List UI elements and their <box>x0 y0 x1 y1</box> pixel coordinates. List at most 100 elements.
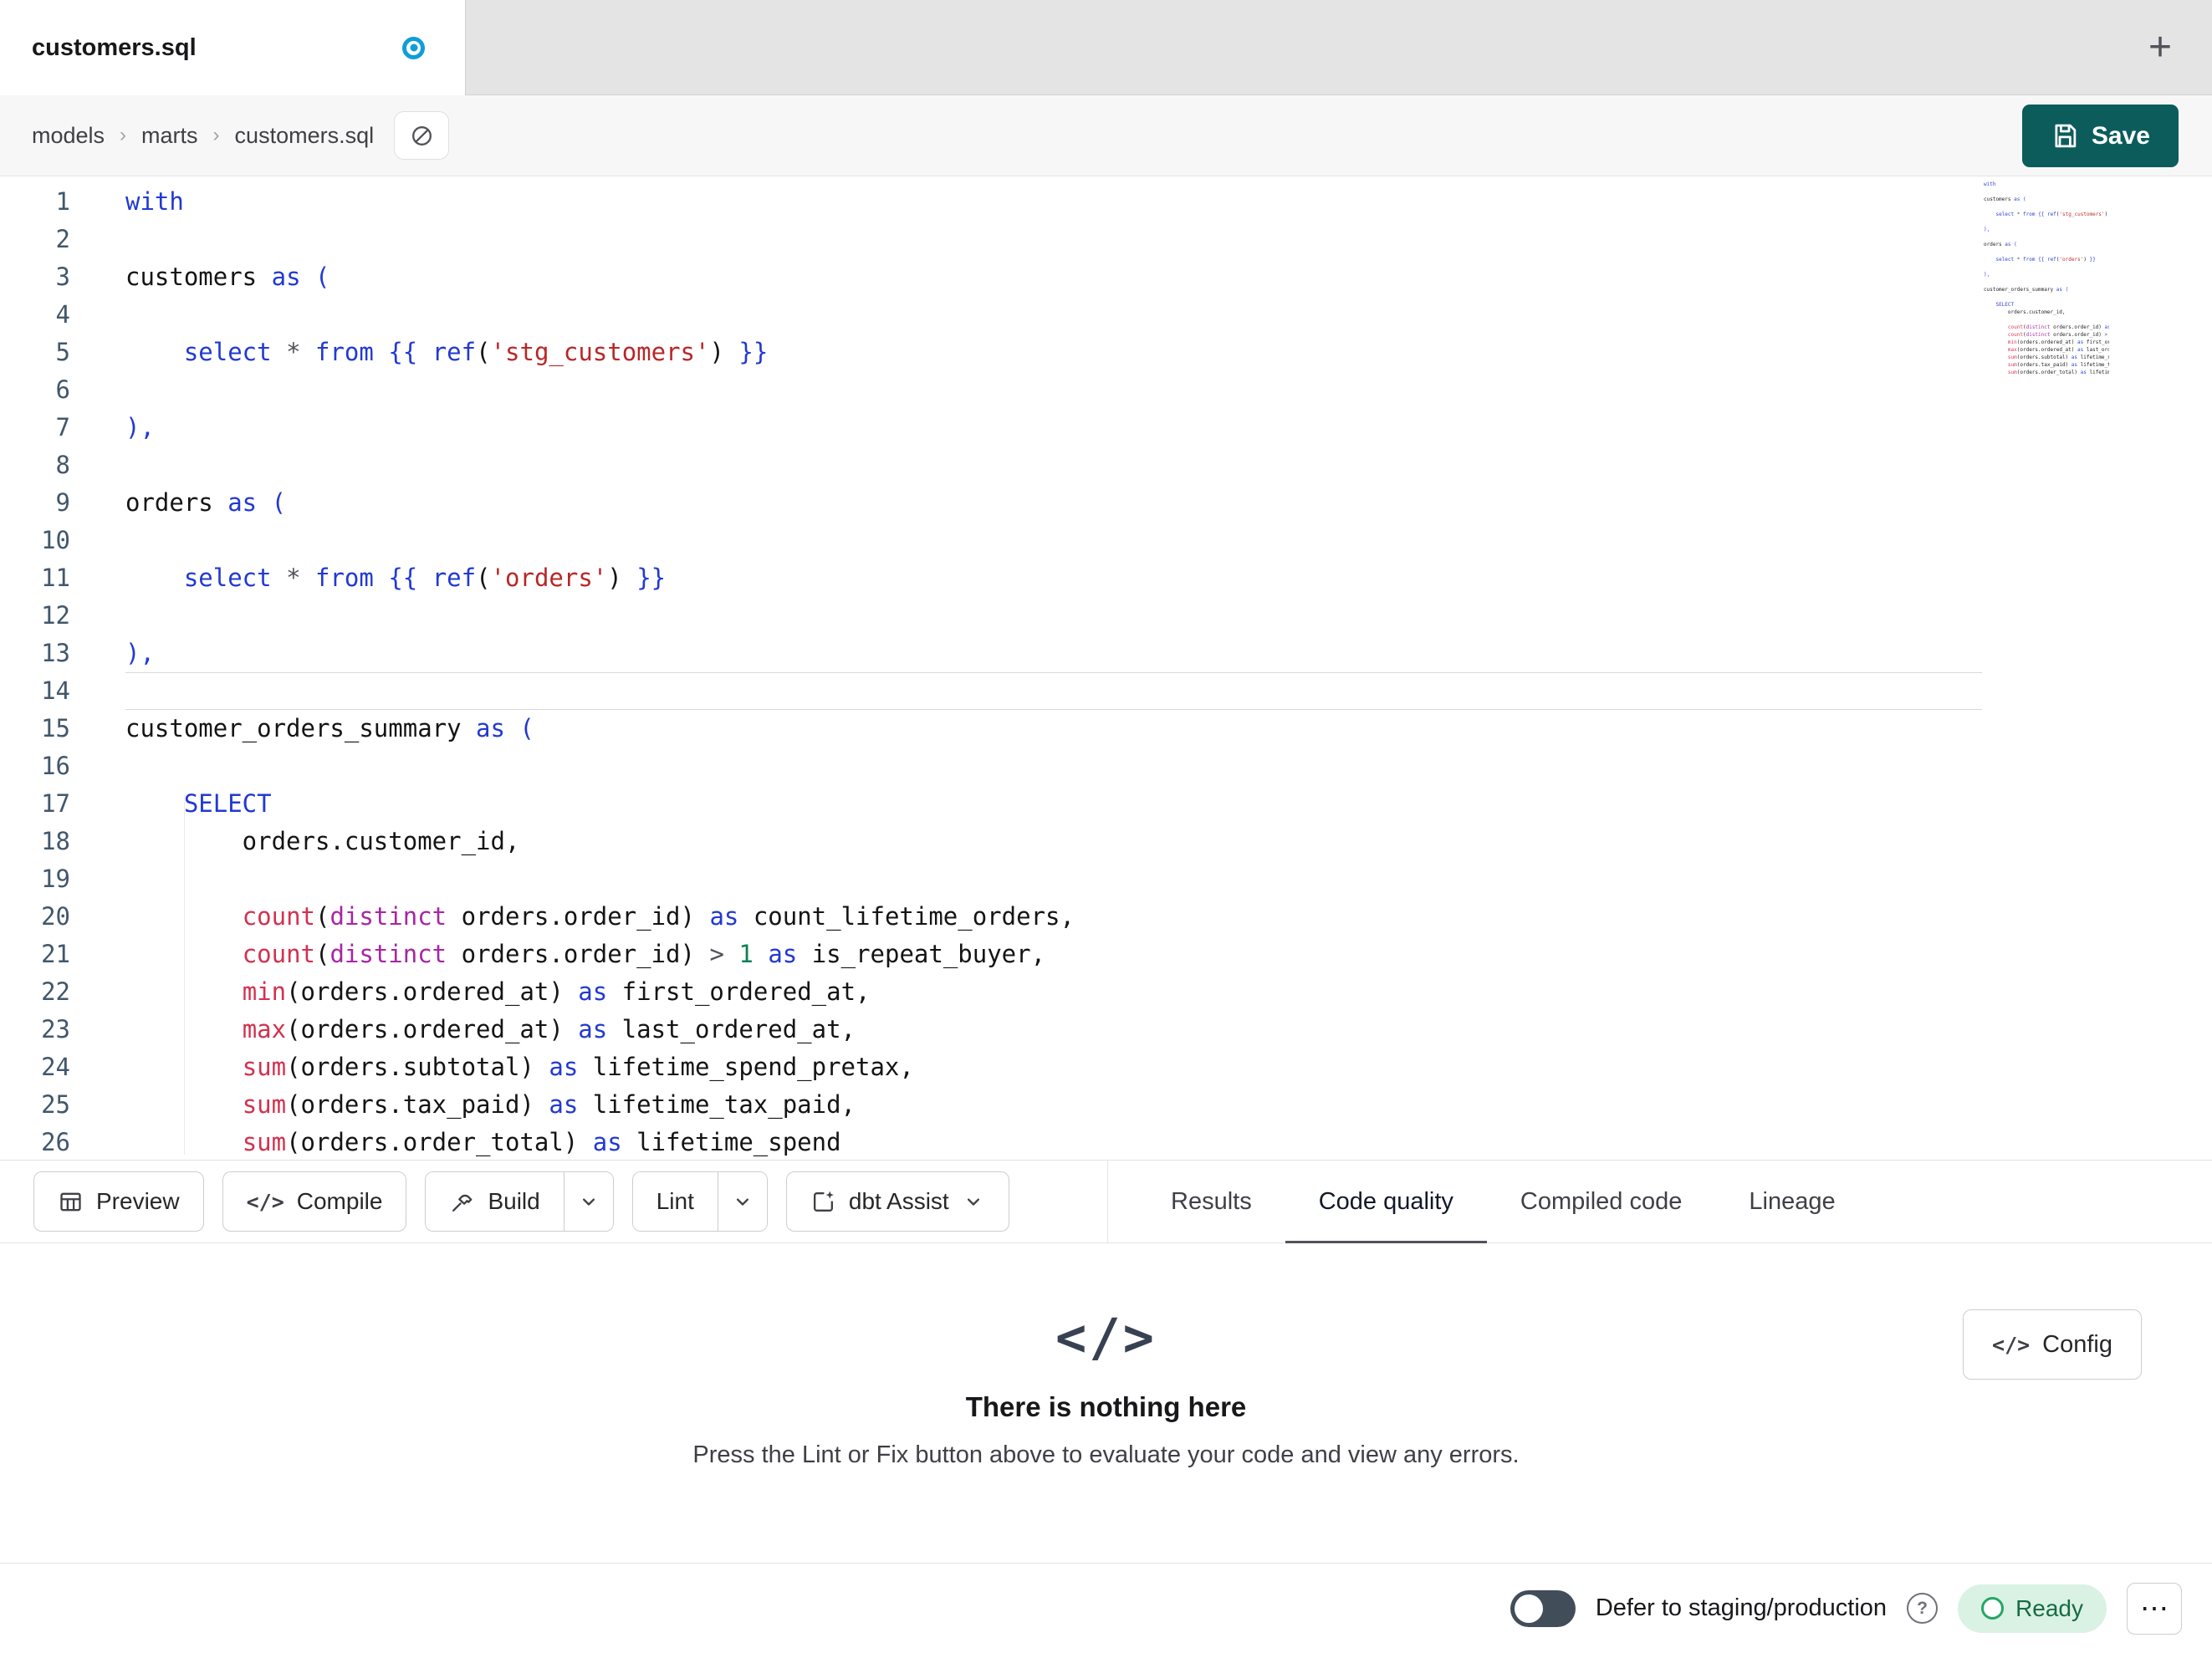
minimap-line: select * from {{ ref('stg_customers') }} <box>1995 212 2108 217</box>
code-line-6[interactable] <box>125 371 1982 409</box>
panel-tab-results[interactable]: Results <box>1137 1161 1285 1242</box>
line-number: 13 <box>41 639 70 667</box>
code-line-4[interactable] <box>125 296 1982 334</box>
breadcrumb-separator: › <box>120 124 127 146</box>
hammer-icon <box>452 1194 473 1212</box>
line-number: 15 <box>41 714 70 742</box>
line-number: 14 <box>41 676 70 705</box>
code-line-8[interactable] <box>125 446 1982 484</box>
code-line-19[interactable] <box>125 860 1982 898</box>
panel-tab-lineage[interactable]: Lineage <box>1715 1161 1868 1242</box>
minimap-line: ), <box>1984 227 1990 232</box>
assist-sparkle-icon <box>813 1191 834 1212</box>
dbt-assist-label: dbt Assist <box>848 1188 949 1214</box>
line-number: 10 <box>41 526 70 554</box>
minimap-line: with <box>1984 181 1996 187</box>
line-number: 18 <box>41 827 70 855</box>
breadcrumb: models › marts › customers.sql <box>32 123 374 149</box>
build-button-group: Build <box>425 1171 614 1232</box>
dbt-assist-button[interactable]: dbt Assist <box>785 1171 1009 1232</box>
minimap-line: SELECT <box>1995 302 2015 308</box>
preview-button[interactable]: Preview <box>33 1171 204 1232</box>
code-editor[interactable]: 1 2 3 4 5 6 7 8 9 10 11 12 13 14 15 16 17 18 19 20 21 22 23 24 2… <box>0 176 2212 1160</box>
code-line-23[interactable]: max(orders.ordered_at) as last_ordered_a… <box>125 1011 1982 1048</box>
line-number: 23 <box>41 1015 70 1043</box>
code-line-9[interactable]: orders as ( <box>125 484 1982 522</box>
panel-tab-compiled-code[interactable]: Compiled code <box>1487 1161 1715 1242</box>
file-state-button[interactable] <box>394 111 450 160</box>
save-button[interactable]: Save <box>2021 105 2179 167</box>
breadcrumb-item-models[interactable]: models <box>32 123 105 149</box>
chevron-down-icon <box>582 1198 595 1206</box>
code-line-25[interactable]: sum(orders.tax_paid) as lifetime_tax_pai… <box>125 1086 1982 1124</box>
minimap-line <box>1984 316 2109 324</box>
editor-minimap[interactable]: with customers as ( select * from {{ ref(… <box>1984 181 2109 383</box>
toggle-knob-icon <box>1514 1594 1543 1623</box>
empty-state-title: There is nothing here <box>965 1391 1247 1422</box>
chevron-down-icon <box>967 1198 979 1206</box>
lint-dropdown-button[interactable] <box>717 1172 767 1231</box>
line-number: 8 <box>55 451 70 479</box>
build-button[interactable]: Build <box>426 1172 564 1231</box>
code-line-17[interactable]: SELECT <box>125 785 1982 823</box>
minimap-line: ), <box>1984 272 1990 278</box>
status-bar-right: Defer to staging/production ? Ready ⋯ <box>1510 1582 2182 1635</box>
minimap-line: max(orders.ordered_at) as last_ordered_a… <box>2007 347 2109 353</box>
minimap-line <box>1984 248 2109 256</box>
code-line-5[interactable]: select * from {{ ref('stg_customers') }} <box>125 334 1982 371</box>
code-line-14[interactable] <box>125 672 1982 710</box>
line-number: 7 <box>55 413 70 441</box>
code-line-22[interactable]: min(orders.ordered_at) as first_ordered_… <box>125 973 1982 1011</box>
code-line-26[interactable]: sum(orders.order_total) as lifetime_spen… <box>125 1124 1982 1160</box>
minimap-line: orders as ( <box>1984 242 2017 247</box>
ready-label: Ready <box>2015 1594 2083 1621</box>
code-line-18[interactable]: orders.customer_id, <box>125 823 1982 860</box>
compile-button[interactable]: </> Compile <box>222 1171 407 1232</box>
defer-toggle[interactable] <box>1510 1589 1576 1627</box>
code-line-21[interactable]: count(distinct orders.order_id) > 1 as i… <box>125 936 1982 973</box>
line-number: 16 <box>41 752 70 780</box>
code-line-11[interactable]: select * from {{ ref('orders') }} <box>125 559 1982 597</box>
compile-label: Compile <box>296 1188 383 1214</box>
minimap-line: count(distinct orders.order_id) as count… <box>2007 324 2109 330</box>
breadcrumb-item-customers-sql[interactable]: customers.sql <box>235 123 375 149</box>
code-line-15[interactable]: customer_orders_summary as ( <box>125 710 1982 747</box>
empty-state-message: Press the Lint or Fix button above to ev… <box>692 1441 1520 1468</box>
line-number: 5 <box>55 338 70 366</box>
minimap-line <box>1984 293 2109 301</box>
help-icon[interactable]: ? <box>1907 1593 1939 1624</box>
panel-tab-code-quality[interactable]: Code quality <box>1285 1161 1488 1244</box>
editor-gutter: 1 2 3 4 5 6 7 8 9 10 11 12 13 14 15 16 17 18 19 20 21 22 23 24 2… <box>0 183 70 1160</box>
code-line-7[interactable]: ), <box>125 409 1982 446</box>
code-line-24[interactable]: sum(orders.subtotal) as lifetime_spend_p… <box>125 1048 1982 1086</box>
line-number: 12 <box>41 601 70 630</box>
code-line-20[interactable]: count(distinct orders.order_id) as count… <box>125 898 1982 936</box>
code-line-3[interactable]: customers as ( <box>125 258 1982 296</box>
code-brackets-icon: </> <box>1055 1307 1157 1368</box>
code-line-16[interactable] <box>125 747 1982 785</box>
lint-label: Lint <box>656 1188 694 1214</box>
minimap-line <box>1984 278 2109 286</box>
file-tab-customers-sql[interactable]: customers.sql <box>0 0 466 95</box>
breadcrumb-item-marts[interactable]: marts <box>141 123 198 149</box>
minimap-line: customers as ( <box>1984 196 2026 202</box>
minimap-line <box>1984 218 2109 226</box>
code-line-13[interactable]: ), <box>125 635 1982 672</box>
chevron-down-icon <box>736 1198 748 1206</box>
lint-button[interactable]: Lint <box>632 1172 718 1231</box>
code-line-1[interactable]: with <box>125 183 1982 221</box>
code-line-12[interactable] <box>125 597 1982 635</box>
line-number: 11 <box>41 564 70 592</box>
code-line-10[interactable] <box>125 522 1982 559</box>
minimap-line: select * from {{ ref('orders') }} <box>1995 257 2096 263</box>
new-tab-button[interactable]: + <box>2133 21 2187 74</box>
ready-status-badge[interactable]: Ready <box>1958 1584 2107 1633</box>
line-number: 20 <box>41 902 70 931</box>
code-line-2[interactable] <box>125 221 1982 258</box>
minimap-line <box>1984 263 2109 271</box>
editor-code[interactable]: with customers as ( select * from {{ ref(… <box>125 183 1982 1160</box>
build-dropdown-button[interactable] <box>563 1172 613 1231</box>
defer-label: Defer to staging/production <box>1595 1594 1888 1621</box>
line-number: 4 <box>55 300 70 329</box>
overflow-menu-button[interactable]: ⋯ <box>2127 1582 2182 1635</box>
